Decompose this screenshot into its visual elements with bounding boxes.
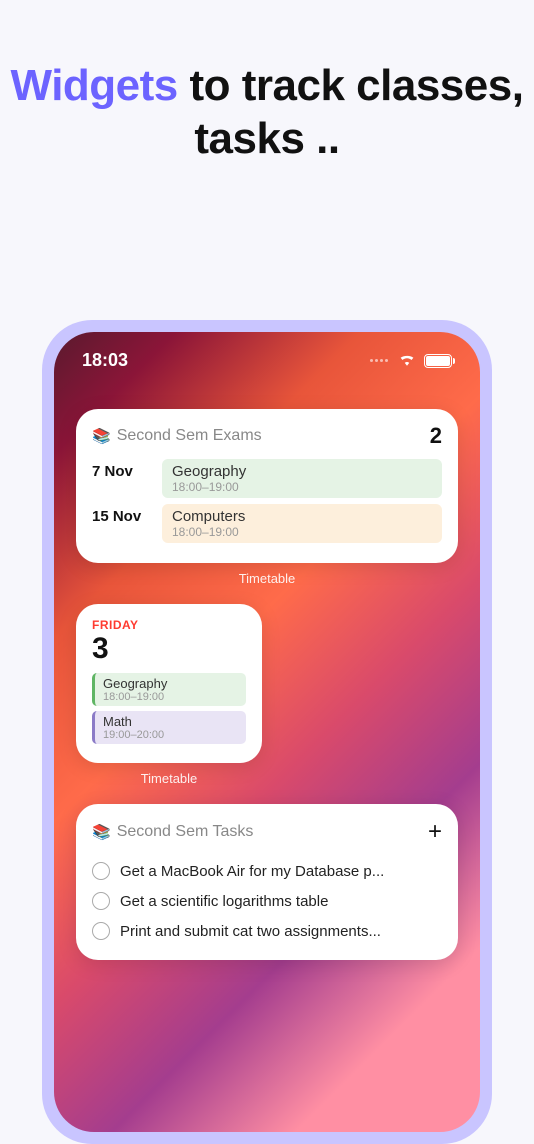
headline-rest: to track classes, tasks .. — [178, 61, 524, 163]
battery-icon — [424, 354, 452, 368]
task-row[interactable]: Get a scientific logarithms table — [92, 886, 442, 916]
exam-row: 7 Nov Geography 18:00–19:00 — [92, 459, 442, 498]
task-checkbox[interactable] — [92, 892, 110, 910]
exam-pill: Computers 18:00–19:00 — [162, 504, 442, 543]
task-row[interactable]: Get a MacBook Air for my Database p... — [92, 856, 442, 886]
task-checkbox[interactable] — [92, 862, 110, 880]
class-subject: Geography — [103, 676, 238, 691]
exams-widget-header: 📚 Second Sem Exams 2 — [92, 423, 442, 449]
cellular-dots-icon — [370, 359, 388, 362]
exams-title-text: Second Sem Exams — [117, 427, 262, 445]
day-weekday: FRIDAY — [92, 618, 246, 632]
exams-widget-title: 📚 Second Sem Exams — [92, 427, 262, 445]
task-row[interactable]: Print and submit cat two assignments... — [92, 916, 442, 946]
class-time: 19:00–20:00 — [103, 729, 238, 741]
phone-screen: 18:03 📚 Second Sem Exams 2 — [54, 332, 480, 1132]
exam-time: 18:00–19:00 — [172, 525, 432, 539]
day-widget[interactable]: FRIDAY 3 Geography 18:00–19:00 Math 19:0… — [76, 604, 262, 763]
widgets-area: 📚 Second Sem Exams 2 7 Nov Geography 18:… — [54, 379, 480, 960]
status-bar: 18:03 — [54, 332, 480, 379]
wifi-icon — [398, 350, 416, 371]
headline: Widgets to track classes, tasks .. — [0, 0, 534, 166]
task-text: Print and submit cat two assignments... — [120, 923, 381, 940]
exam-date: 15 Nov — [92, 504, 150, 543]
exam-time: 18:00–19:00 — [172, 480, 432, 494]
status-icons — [370, 350, 452, 371]
tasks-title-text: Second Sem Tasks — [117, 823, 254, 841]
class-pill: Math 19:00–20:00 — [92, 711, 246, 744]
exam-pill: Geography 18:00–19:00 — [162, 459, 442, 498]
day-number: 3 — [92, 632, 246, 665]
class-time: 18:00–19:00 — [103, 691, 238, 703]
plus-icon[interactable]: + — [428, 818, 442, 846]
exam-subject: Computers — [172, 508, 432, 525]
tasks-widget-header: 📚 Second Sem Tasks + — [92, 818, 442, 846]
phone-frame: 18:03 📚 Second Sem Exams 2 — [42, 320, 492, 1144]
tasks-widget-title: 📚 Second Sem Tasks — [92, 823, 253, 841]
exams-widget[interactable]: 📚 Second Sem Exams 2 7 Nov Geography 18:… — [76, 409, 458, 563]
class-subject: Math — [103, 714, 238, 729]
exam-row: 15 Nov Computers 18:00–19:00 — [92, 504, 442, 543]
books-icon: 📚 — [92, 427, 111, 445]
status-time: 18:03 — [82, 350, 128, 371]
class-pill: Geography 18:00–19:00 — [92, 673, 246, 706]
task-text: Get a MacBook Air for my Database p... — [120, 863, 384, 880]
day-widget-caption: Timetable — [76, 771, 262, 786]
task-checkbox[interactable] — [92, 922, 110, 940]
exams-count: 2 — [430, 423, 442, 449]
books-icon: 📚 — [92, 823, 111, 841]
exam-date: 7 Nov — [92, 459, 150, 498]
exams-widget-caption: Timetable — [76, 571, 458, 586]
exam-subject: Geography — [172, 463, 432, 480]
headline-accent: Widgets — [11, 61, 178, 110]
task-text: Get a scientific logarithms table — [120, 893, 328, 910]
tasks-widget[interactable]: 📚 Second Sem Tasks + Get a MacBook Air f… — [76, 804, 458, 960]
